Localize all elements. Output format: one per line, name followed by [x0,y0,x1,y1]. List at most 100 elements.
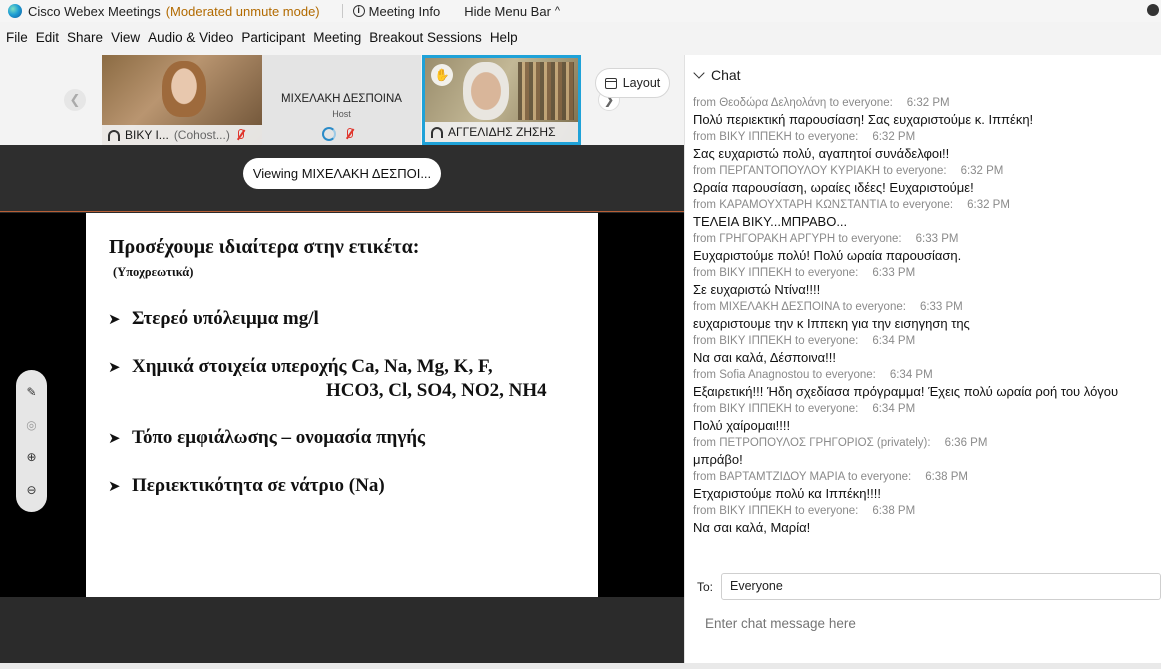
bullet-arrow-icon: ➤ [108,358,121,376]
recipient-select[interactable]: Everyone [721,573,1161,600]
background-bookshelf [518,62,574,120]
bullet-text-continued: HCO3, Cl, SO4, NO2, NH4 [326,380,547,401]
chat-timestamp: 6:32 PM [960,165,1004,177]
chat-sender-text: from ΒΙΚΥ ΙΠΠΕΚΗ to everyone: [693,403,859,415]
window-control-icon[interactable] [1147,4,1159,16]
chat-message-sender: from ΜΙΧΕΛΑΚΗ ΔΕΣΠΟΙΝΑ to everyone: 6:33 … [693,299,1161,315]
chat-timestamp: 6:33 PM [919,301,963,313]
chat-message-text: Σας ευχαριστώ πολύ, αγαπητοί συνάδελφοι!… [693,146,950,161]
chat-timestamp: 6:38 PM [925,471,969,483]
layout-button[interactable]: Layout [595,68,670,98]
chat-sender-text: from ΠΕΤΡΟΠΟΥΛΟΣ ΓΡΗΓΟΡΙΟΣ (privately): [693,437,931,449]
zoom-out-icon[interactable]: ⊖ [26,483,36,497]
menu-help[interactable]: Help [490,30,518,50]
chat-message-text: Πολύ χαίρομαι!!!! [693,418,791,433]
slide-bullet: ➤ Περιεκτικότητα σε νάτριο (Na) [108,475,385,497]
chat-sender-text: from ΒΙΚΥ ΙΠΠΕΚΗ to everyone: [693,267,859,279]
slide-bullet: ➤ Στερεό υπόλειμμα mg/l [108,308,319,330]
chat-title: Chat [711,67,741,83]
chat-panel: Chat from Θεοδώρα Δεληολάνη to everyone:… [684,55,1161,663]
stage-top-bar: Viewing ΜΙΧΕΛΑΚΗ ΔΕΣΠΟΙ... [0,145,684,212]
chat-message-sender: from ΚΑΡΑΜΟΥΧΤΑΡΗ ΚΩΝΣΤΑΝΤΙΑ to everyone… [693,197,1161,213]
bullet-text: Στερεό υπόλειμμα mg/l [132,308,319,329]
annotate-pen-icon[interactable]: ✎ [26,385,36,399]
chat-message-text: Πολύ περιεκτική παρουσίαση! Σας ευχαριστ… [693,112,1034,127]
title-bar: Cisco Webex Meetings (Moderated unmute m… [0,0,1161,22]
webex-logo-icon [8,4,22,18]
menu-share[interactable]: Share [67,30,103,50]
zoom-in-icon[interactable]: ⊕ [26,450,36,464]
participant-tile-active-speaker[interactable]: ✋ ΑΓΓΕΛΙΔΗΣ ΖΗΣΗΣ [422,55,581,145]
meeting-info-button[interactable]: i Meeting Info [352,3,441,19]
chat-message-text: ευχαριστουμε την κ Ιππεκη για την εισηγη… [693,316,970,331]
chat-message-text: Να σαι καλά, Δέσποινα!!! [693,350,836,365]
chat-timestamp: 6:36 PM [944,437,988,449]
chat-message-text: ΤΕΛΕΙΑ ΒΙΚΥ...ΜΠΡΑΒΟ... [693,214,848,229]
chat-message-text: μπράβο! [693,452,743,467]
mic-muted-icon [344,128,354,140]
chat-message-text: Να σαι καλά, Μαρία! [693,520,811,535]
menu-edit[interactable]: Edit [36,30,59,50]
participant-video [463,62,509,120]
chat-timestamp: 6:33 PM [915,233,959,245]
chat-message-sender: from ΒΙΚΥ ΙΠΠΕΚΗ to everyone: 6:38 PM [693,503,1161,519]
layout-label: Layout [622,76,661,90]
chat-sender-text: from ΜΙΧΕΛΑΚΗ ΔΕΣΠΟΙΝΑ to everyone: [693,301,906,313]
chat-message: from Sofia Anagnostou to everyone: 6:34 P… [693,367,1161,401]
raise-hand-icon[interactable]: ✋ [431,64,453,86]
participant-video [162,61,206,117]
participant-name: ΒΙΚΥ Ι... [125,128,169,142]
chat-message: from ΒΙΚΥ ΙΠΠΕΚΗ to everyone: 6:34 PM Πολύ… [693,401,1161,435]
app-title: Cisco Webex Meetings [28,3,161,19]
participant-status-icons [322,127,354,141]
participant-tile-host[interactable]: ΜΙΧΕΛΑΚΗ ΔΕΣΠΟΙΝΑ Host [262,55,421,145]
chat-message-text: Ωραία παρουσίαση, ωραίες ιδέες! Ευχαριστ… [693,180,974,195]
menu-breakout-sessions[interactable]: Breakout Sessions [369,30,482,50]
slide-bullet: ➤ Τόπο εμφιάλωσης – ονομασία πηγής [108,427,425,449]
participant-tile-cohost[interactable]: ΒΙΚΥ Ι... (Cohost...) [102,55,262,145]
chevron-up-icon: ^ [554,5,561,17]
chat-timestamp: 6:34 PM [872,335,916,347]
menu-file[interactable]: File [6,30,28,50]
slide-title: Προσέχουμε ιδιαίτερα στην ετικέτα: [109,236,420,258]
chat-message: from ΠΕΡΓΑΝΤΟΠΟΥΛΟΥ ΚΥΡΙΑΚΗ to everyone:… [693,163,1161,197]
bullet-arrow-icon: ➤ [108,310,121,328]
chat-sender-text: from Sofia Anagnostou to everyone: [693,369,876,381]
chat-timestamp: 6:34 PM [872,403,916,415]
menu-meeting[interactable]: Meeting [313,30,361,50]
chat-message-sender: from ΓΡΗΓΟΡΑΚΗ ΑΡΓΥΡΗ to everyone: 6:33 P… [693,231,1161,247]
chat-message-text: Σε ευχαριστώ Ντίνα!!!! [693,282,821,297]
chat-recipient-row: To: Everyone [697,573,1161,600]
chat-sender-text: from ΓΡΗΓΟΡΑΚΗ ΑΡΓΥΡΗ to everyone: [693,233,902,245]
chat-sender-text: from ΠΕΡΓΑΝΤΟΠΟΥΛΟΥ ΚΥΡΙΑΚΗ to everyone: [693,165,947,177]
remote-control-icon[interactable]: ◎ [26,418,36,432]
connecting-audio-icon [322,127,336,141]
chat-message-sender: from ΒΑΡΤΑΜΤΖΙΔΟΥ ΜΑΡΙΑ to everyone: 6:38… [693,469,1161,485]
chat-message: from ΚΑΡΑΜΟΥΧΤΑΡΗ ΚΩΝΣΤΑΝΤΙΑ to everyone… [693,197,1161,231]
chat-message-sender: from Sofia Anagnostou to everyone: 6:34 P… [693,367,1161,383]
annotation-toolbar: ✎ ◎ ⊕ ⊖ [16,370,47,512]
menu-view[interactable]: View [111,30,140,50]
menu-audio-video[interactable]: Audio & Video [148,30,233,50]
chat-sender-text: from ΒΙΚΥ ΙΠΠΕΚΗ to everyone: [693,131,859,143]
previous-videos-button[interactable]: ❮ [64,89,86,111]
headset-icon [431,126,443,138]
chat-message-sender: from ΒΙΚΥ ΙΠΠΕΚΗ to everyone: 6:34 PM [693,333,1161,349]
chat-message: from Θεοδώρα Δεληολάνη to everyone: 6:32 … [693,95,1161,129]
video-strip: ❮ ΒΙΚΥ Ι... (Cohost...) ΜΙΧΕΛΑΚΗ ΔΕΣΠΟΙΝ… [0,55,683,145]
meeting-info-label: Meeting Info [368,3,441,19]
chat-message-sender: from Θεοδώρα Δεληολάνη to everyone: 6:32 … [693,95,1161,111]
headset-icon [108,129,120,141]
unmute-mode-label: (Moderated unmute mode) [165,3,320,19]
chat-timestamp: 6:32 PM [906,97,950,109]
viewing-share-indicator[interactable]: Viewing ΜΙΧΕΛΑΚΗ ΔΕΣΠΟΙ... [243,158,441,189]
layout-icon [604,77,617,89]
chat-message: from ΒΑΡΤΑΜΤΖΙΔΟΥ ΜΑΡΙΑ to everyone: 6:38… [693,469,1161,503]
chat-message-list: from Θεοδώρα Δεληολάνη to everyone: 6:32 … [693,95,1161,537]
chat-message-input[interactable] [697,611,1147,635]
chat-header[interactable]: Chat [693,67,741,83]
chat-sender-text: from ΒΑΡΤΑΜΤΖΙΔΟΥ ΜΑΡΙΑ to everyone: [693,471,912,483]
hide-menu-bar-button[interactable]: Hide Menu Bar ^ [464,4,560,19]
menu-participant[interactable]: Participant [241,30,305,50]
chat-sender-text: from ΒΙΚΥ ΙΠΠΕΚΗ to everyone: [693,505,859,517]
